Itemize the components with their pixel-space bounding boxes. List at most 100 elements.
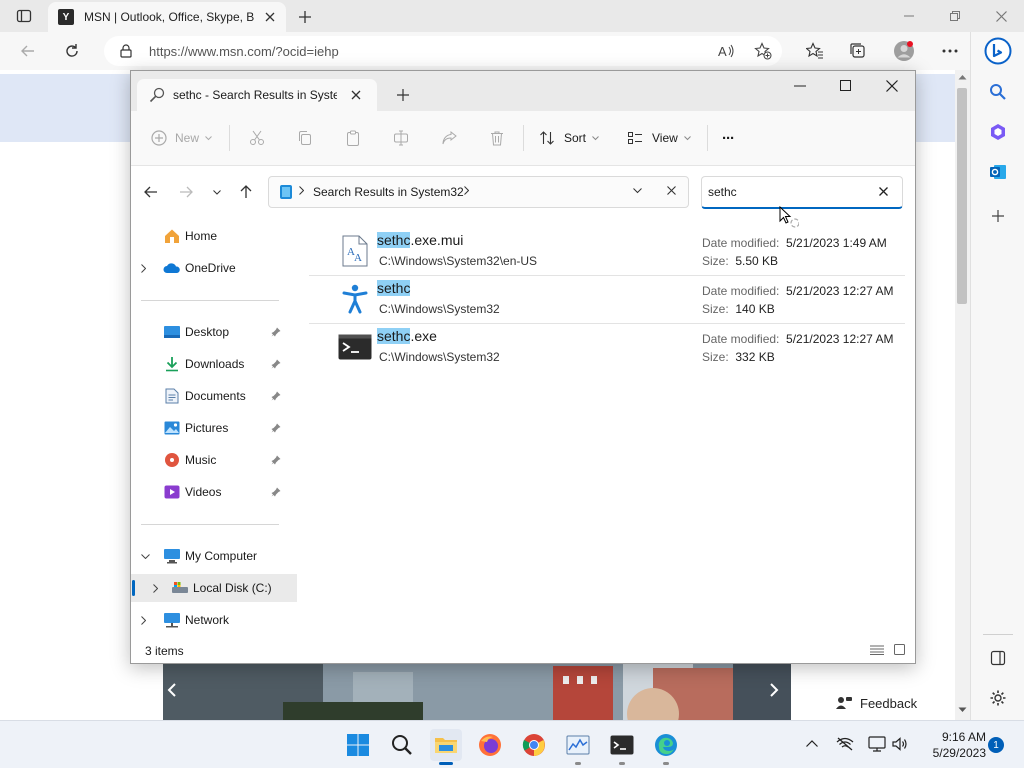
share-button[interactable]	[441, 127, 457, 149]
list-item[interactable]: sethc.exe C:\Windows\System32 Date modif…	[309, 324, 905, 372]
tab-actions-icon[interactable]	[8, 6, 40, 26]
scrollbar-thumb[interactable]	[957, 88, 967, 304]
outlook-icon[interactable]	[986, 160, 1010, 184]
collections-icon[interactable]	[846, 40, 870, 62]
new-explorer-tab-icon[interactable]	[397, 89, 409, 101]
nav-item-pictures[interactable]: Pictures	[131, 414, 297, 442]
sort-icon	[540, 131, 554, 145]
close-explorer-button[interactable]	[886, 80, 898, 92]
pin-icon[interactable]	[271, 391, 281, 401]
nav-item-network[interactable]: Network	[131, 606, 297, 634]
file-name: sethc.exe	[377, 328, 437, 344]
read-aloud-icon[interactable]: A	[718, 43, 736, 59]
page-scrollbar[interactable]	[955, 70, 970, 720]
chevron-right-icon[interactable]	[464, 186, 469, 195]
nav-item-documents[interactable]: Documents	[131, 382, 297, 410]
split-screen-icon[interactable]	[986, 646, 1010, 670]
see-more-button[interactable]: ···	[722, 127, 735, 149]
restore-browser-button[interactable]	[941, 6, 969, 26]
chrome-icon[interactable]	[518, 729, 550, 761]
copy-button[interactable]	[297, 127, 313, 149]
address-history-chevron-icon[interactable]	[633, 188, 642, 194]
address-bar[interactable]: https://www.msn.com/?ocid=iehp A	[104, 36, 782, 66]
rename-button[interactable]	[393, 127, 409, 149]
nav-item-local-disk[interactable]: Local Disk (C:)	[131, 574, 297, 602]
volume-icon[interactable]	[892, 737, 908, 751]
tiles-view-icon[interactable]	[894, 644, 905, 655]
new-button[interactable]: New	[151, 127, 212, 149]
breadcrumb-search-results[interactable]: Search Results in System32	[313, 185, 464, 199]
terminal-taskbar-icon[interactable]	[606, 729, 638, 765]
edge-taskbar-icon[interactable]	[650, 729, 682, 765]
notification-badge[interactable]: 1	[988, 737, 1004, 753]
feedback-button[interactable]: Feedback	[830, 688, 930, 718]
expand-chevron-icon[interactable]	[153, 583, 158, 593]
pin-icon[interactable]	[271, 359, 281, 369]
up-arrow-icon[interactable]	[236, 182, 256, 202]
search-input[interactable]: sethc	[701, 176, 903, 209]
settings-more-icon[interactable]	[938, 40, 962, 62]
expand-chevron-icon[interactable]	[141, 615, 146, 625]
taskbar-search-icon[interactable]	[386, 729, 418, 761]
start-windows-icon[interactable]	[342, 729, 374, 761]
clear-address-icon[interactable]	[667, 186, 676, 195]
nav-item-downloads[interactable]: Downloads	[131, 350, 297, 378]
firefox-icon[interactable]	[474, 729, 506, 761]
lock-icon[interactable]	[120, 44, 132, 58]
pin-icon[interactable]	[271, 487, 281, 497]
search-icon[interactable]	[986, 80, 1010, 104]
maximize-explorer-button[interactable]	[840, 80, 851, 91]
office-icon[interactable]	[986, 120, 1010, 144]
back-arrow-icon[interactable]	[141, 182, 161, 202]
nav-item-music[interactable]: Music	[131, 446, 297, 474]
profile-avatar[interactable]	[892, 40, 916, 62]
display-icon[interactable]	[868, 736, 886, 752]
pin-icon[interactable]	[271, 327, 281, 337]
nav-item-my-computer[interactable]: My Computer	[131, 542, 297, 570]
performance-monitor-icon[interactable]	[562, 729, 594, 765]
paste-button[interactable]	[345, 127, 361, 149]
expand-chevron-icon[interactable]	[141, 263, 146, 273]
sidebar-settings-gear-icon[interactable]	[986, 686, 1010, 710]
list-item[interactable]: sethc C:\Windows\System32 Date modified:…	[309, 276, 905, 324]
address-breadcrumb[interactable]: Search Results in System32	[268, 176, 689, 208]
pin-icon[interactable]	[271, 455, 281, 465]
list-item[interactable]: AA sethc.exe.mui C:\Windows\System32\en-…	[309, 228, 905, 276]
close-tab-icon[interactable]	[262, 9, 278, 25]
sort-button[interactable]: Sort	[539, 127, 599, 149]
add-favorite-icon[interactable]	[754, 42, 772, 60]
pin-icon[interactable]	[271, 423, 281, 433]
scroll-down-icon[interactable]	[958, 707, 967, 713]
news-carousel-photo[interactable]	[163, 662, 791, 720]
add-sidebar-app-icon[interactable]	[986, 204, 1010, 228]
chevron-right-icon[interactable]	[299, 186, 304, 195]
forward-arrow-icon[interactable]	[176, 182, 196, 202]
close-browser-button[interactable]	[987, 6, 1015, 26]
nav-item-videos[interactable]: Videos	[131, 478, 297, 506]
explorer-tab[interactable]: sethc - Search Results in System32	[137, 79, 377, 111]
cut-button[interactable]	[249, 127, 265, 149]
refresh-icon[interactable]	[60, 40, 84, 62]
clear-search-icon[interactable]	[879, 187, 888, 196]
file-explorer-taskbar-icon[interactable]	[430, 729, 462, 765]
new-tab-button[interactable]	[294, 6, 316, 28]
minimize-explorer-button[interactable]	[794, 85, 806, 87]
favorites-icon[interactable]	[803, 40, 827, 62]
delete-button[interactable]	[489, 127, 505, 149]
show-hidden-icons-chevron-icon[interactable]	[806, 740, 818, 747]
scroll-up-icon[interactable]	[958, 74, 967, 80]
collapse-chevron-icon[interactable]	[141, 553, 150, 559]
nav-item-home[interactable]: Home	[131, 222, 297, 250]
nav-item-onedrive[interactable]: OneDrive	[131, 254, 297, 282]
close-explorer-tab-icon[interactable]	[351, 90, 361, 100]
network-status-icon[interactable]	[836, 737, 854, 751]
browser-tab-msn[interactable]: Y MSN | Outlook, Office, Skype, Bing	[48, 2, 286, 32]
bing-chat-icon[interactable]	[983, 36, 1013, 66]
minimize-browser-button[interactable]	[895, 6, 923, 26]
recent-locations-chevron-icon[interactable]	[207, 182, 227, 202]
system-clock[interactable]: 9:16 AM 5/29/2023	[920, 729, 986, 761]
details-view-icon[interactable]	[870, 645, 884, 655]
back-arrow-icon[interactable]	[16, 40, 40, 62]
nav-item-desktop[interactable]: Desktop	[131, 318, 297, 346]
view-button[interactable]: View	[627, 127, 691, 149]
